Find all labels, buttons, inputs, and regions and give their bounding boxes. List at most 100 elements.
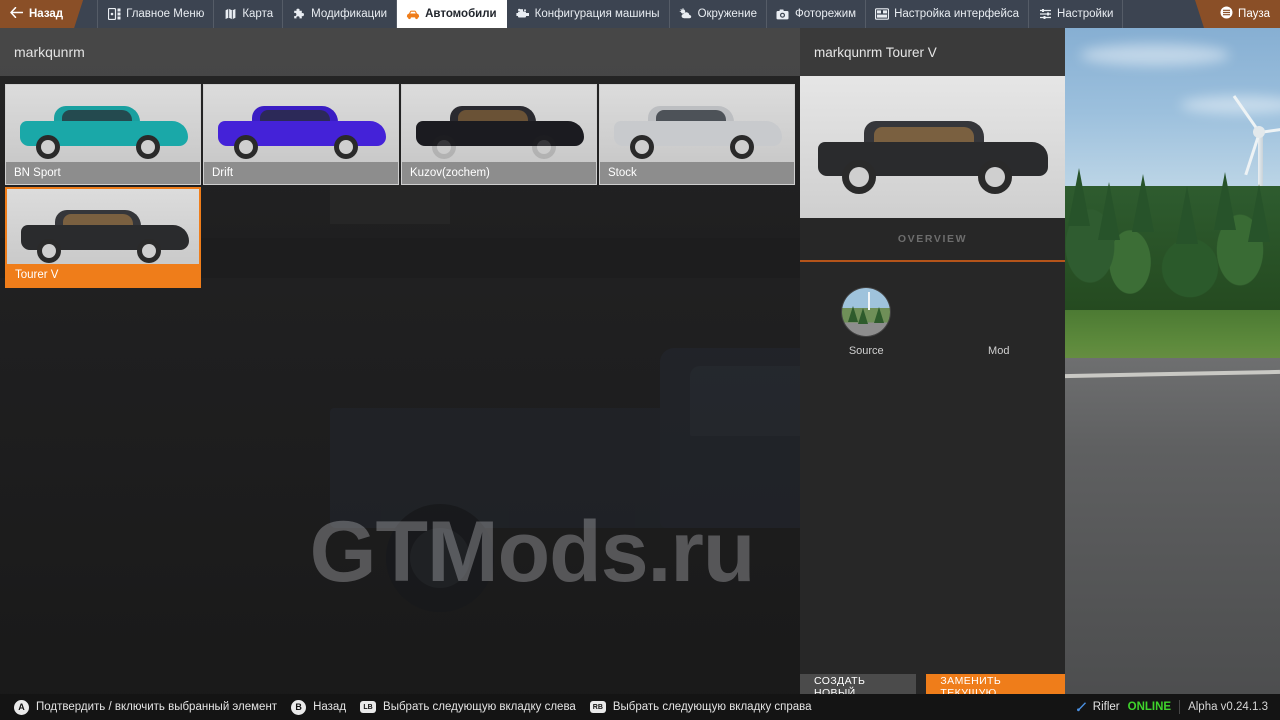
hint-next-tab: RB Выбрать следующую вкладку справа [589,701,812,713]
mod-label: Source [848,345,884,357]
nav-item-label: Модификации [311,8,388,20]
mod-source-section: Source Mod [800,262,1065,357]
car-wheel [334,135,358,159]
nav-item-vehicle-config[interactable]: Конфигурация машины [507,0,670,28]
tree-icon [1176,186,1198,244]
pause-button[interactable]: Пауза [1195,0,1280,28]
bottom-hint-bar: A Подтвердить / включить выбранный элеме… [0,694,1280,720]
hint-label: Назад [313,701,347,713]
car-wheel [630,135,654,159]
pause-button-label: Пауза [1238,8,1270,20]
car-wheel [730,135,754,159]
wind-turbine-hub [1253,126,1265,138]
camera-icon [776,7,790,21]
mod-label: Mod [988,345,1010,357]
map-icon [223,7,237,21]
nav-item-label: Автомобили [425,8,497,20]
tree-icon [848,306,859,322]
road-surface [1064,358,1280,720]
tree-icon [858,308,869,324]
sliders-icon [1038,7,1052,21]
config-tile-thumbnail [7,189,199,267]
car-thumbnail [21,209,189,263]
weather-icon [679,7,693,21]
config-list-title: markqunrm [14,44,85,60]
status-divider [1179,700,1181,714]
config-tile-thumbnail [402,85,596,163]
nav-item-label: Конфигурация машины [534,8,660,20]
gamepad-lb-icon: LB [360,701,377,713]
hint-prev-tab: LB Выбрать следующую вкладку слева [360,701,576,713]
game-ui-root: GTMods.ru Назад Главное Меню Карта Модиф… [0,0,1280,720]
config-tile-label: Drift [204,162,398,184]
config-tile-label: BN Sport [6,162,200,184]
tab-overview[interactable]: OVERVIEW [898,233,967,245]
car-wheel [36,135,60,159]
config-tile-label: Stock [600,162,794,184]
nav-item-map[interactable]: Карта [214,0,284,28]
back-button[interactable]: Назад [0,0,83,28]
top-nav-items: Главное Меню Карта Модификации Автомобил… [97,0,1124,28]
account-icon [1076,700,1088,715]
car-wheel [234,135,258,159]
hint-back: B Назад [291,699,347,715]
arrow-left-icon [10,7,23,21]
tree-icon [1248,184,1270,242]
tree-icon [1132,174,1154,232]
tree-icon [1068,168,1090,226]
mod-entry-source[interactable]: Source [800,288,933,357]
car-wheel [842,160,876,194]
tree-icon [874,307,885,323]
online-status-badge: ONLINE [1127,701,1172,713]
gamepad-rb-icon: RB [589,701,606,713]
car-wheel [136,135,160,159]
hint-label: Выбрать следующую вкладку справа [612,701,812,713]
nav-item-mods[interactable]: Модификации [283,0,398,28]
config-list-header: markqunrm [0,28,800,76]
car-wheel [137,239,161,263]
tree-icon [1214,172,1236,230]
car-thumbnail [416,105,584,159]
puzzle-icon [292,7,306,21]
detail-hero-image [800,76,1065,218]
car-wheel [532,135,556,159]
engine-icon [516,7,530,21]
nav-item-ui-apps[interactable]: Настройка интерфейса [866,0,1030,28]
car-wheel [432,135,456,159]
detail-header: markqunrm Tourer V [800,28,1065,76]
car-wheel [978,160,1012,194]
config-tile-drift[interactable]: Drift [203,84,399,185]
gamepad-b-icon: B [291,699,307,715]
user-account[interactable]: Rifler [1076,700,1120,715]
config-tile-kuzov[interactable]: Kuzov(zochem) [401,84,597,185]
config-tile-thumbnail [6,85,200,163]
version-label: Alpha v0.24.1.3 [1188,701,1268,713]
car-thumbnail [614,105,782,159]
back-button-label: Назад [29,8,64,20]
car-wheel [37,239,61,263]
nav-item-label: Карта [242,8,274,20]
nav-item-vehicles[interactable]: Автомобили [397,0,507,28]
nav-item-label: Настройка интерфейса [894,8,1020,20]
config-tile-label: Kuzov(zochem) [402,162,596,184]
config-tile-bn-sport[interactable]: BN Sport [5,84,201,185]
user-name: Rifler [1092,701,1120,713]
config-tile-stock[interactable]: Stock [599,84,795,185]
nav-item-environment[interactable]: Окружение [670,0,767,28]
car-icon [406,7,420,21]
nav-item-photo-mode[interactable]: Фоторежим [767,0,867,28]
nav-item-main-menu[interactable]: Главное Меню [97,0,215,28]
gamepad-a-icon: A [14,699,29,715]
hint-label: Выбрать следующую вкладку слева [383,701,576,713]
mod-entry-mod[interactable]: Mod [933,288,1066,357]
cloud [1080,44,1230,66]
top-navigation-bar: Назад Главное Меню Карта Модификации Авт… [0,0,1280,28]
nav-item-options[interactable]: Настройки [1029,0,1124,28]
config-tile-tourer-v[interactable]: Tourer V [5,187,201,288]
hint-label: Подтвердить / включить выбранный элемент [36,701,278,713]
mod-thumbnail-empty [975,288,1023,336]
nav-item-label: Фоторежим [794,8,857,20]
wind-turbine-icon [868,292,871,310]
nav-item-label: Главное Меню [126,8,205,20]
config-tile-label: Tourer V [7,264,199,286]
